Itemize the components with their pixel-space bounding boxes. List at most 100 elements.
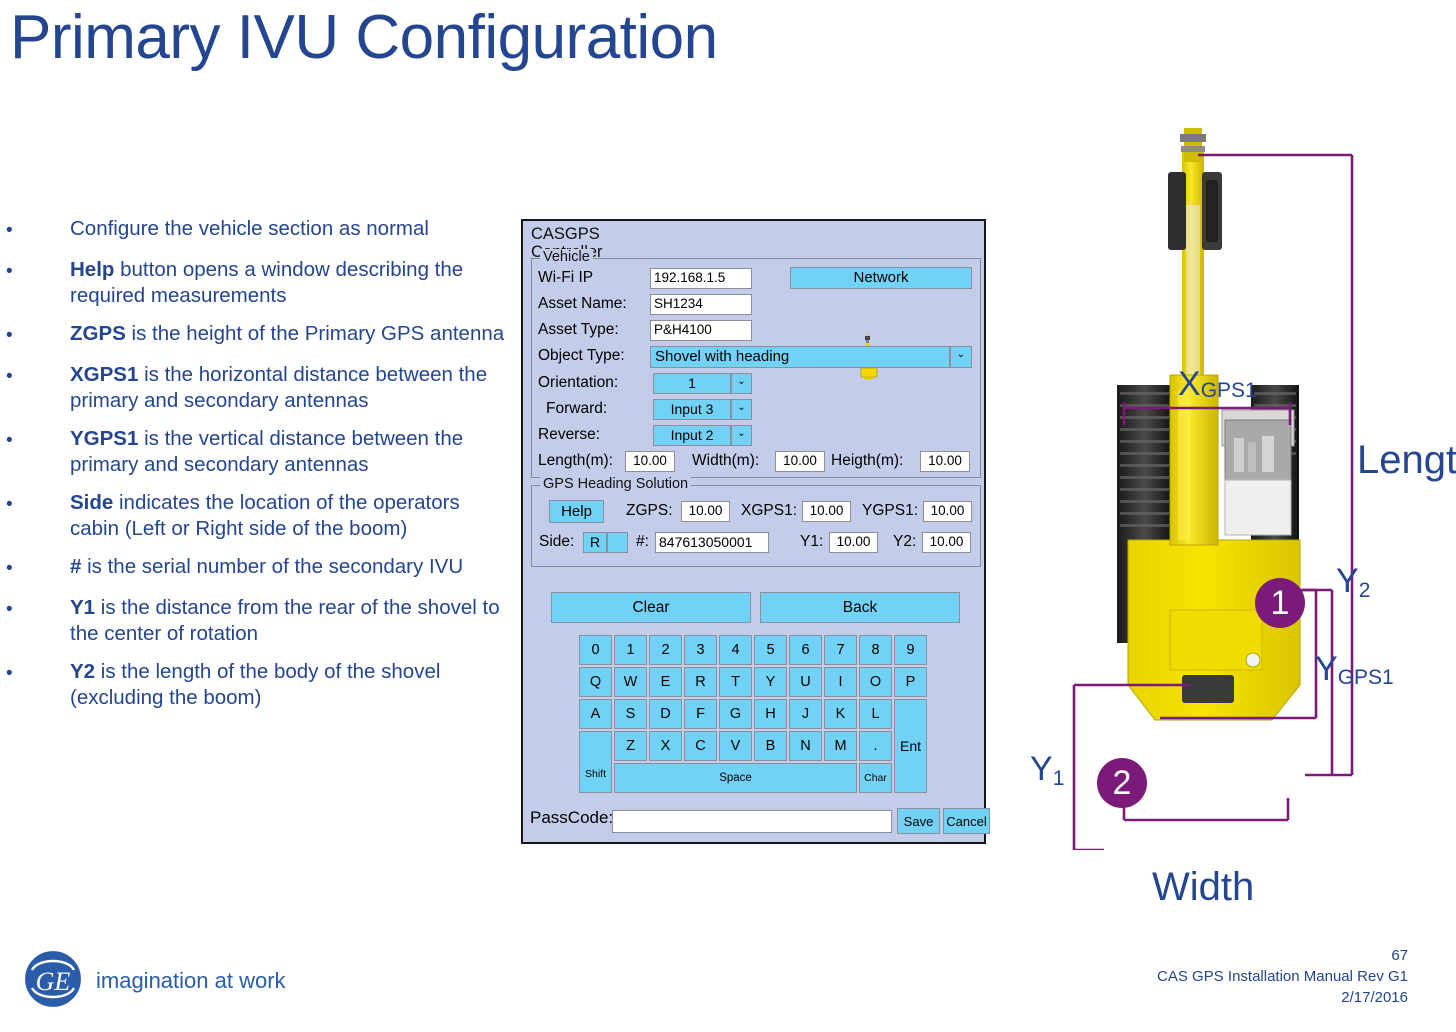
length-field[interactable]: 10.00 <box>625 451 675 472</box>
chevron-down-icon[interactable]: ⌄ <box>950 346 972 368</box>
key-p[interactable]: P <box>894 667 927 697</box>
key-s[interactable]: S <box>614 699 647 729</box>
y2-field[interactable]: 10.00 <box>922 532 971 553</box>
key-enter[interactable]: Ent <box>894 699 927 793</box>
xgps1-sub: GPS1 <box>1200 379 1257 402</box>
help-button[interactable]: Help <box>549 500 604 523</box>
ygps1-field[interactable]: 10.00 <box>923 501 972 522</box>
xgps1-label: XGPS1: <box>741 502 797 519</box>
side-label: Side: <box>539 533 575 550</box>
clear-button[interactable]: Clear <box>551 592 751 623</box>
key-7[interactable]: 7 <box>824 635 857 665</box>
key-5[interactable]: 5 <box>754 635 787 665</box>
key-0[interactable]: 0 <box>579 635 612 665</box>
key-x[interactable]: X <box>649 731 682 761</box>
vehicle-group: Vehicle Wi-Fi IP 192.168.1.5 Network Ass… <box>531 249 981 478</box>
forward-label: Forward: <box>546 400 608 417</box>
zgps-field[interactable]: 10.00 <box>681 501 730 522</box>
bullet-marker: • <box>6 558 13 579</box>
svg-text:GE: GE <box>36 967 71 996</box>
key-j[interactable]: J <box>789 699 822 729</box>
key-space[interactable]: Space <box>614 763 857 793</box>
wifi-ip-label: Wi-Fi IP <box>538 269 594 286</box>
asset-type-field[interactable]: P&H4100 <box>650 320 752 341</box>
serial-field[interactable]: 847613050001 <box>655 532 769 553</box>
bullet-keyword: Help <box>70 258 115 281</box>
cancel-button[interactable]: Cancel <box>943 808 990 834</box>
key-period[interactable]: . <box>859 731 892 761</box>
key-g[interactable]: G <box>719 699 752 729</box>
list-item: • Configure the vehicle section as norma… <box>0 216 510 245</box>
bullet-body: is the height of the Primary GPS antenna <box>125 322 505 345</box>
side-select[interactable]: R <box>583 532 607 553</box>
key-q[interactable]: Q <box>579 667 612 697</box>
key-f[interactable]: F <box>684 699 717 729</box>
passcode-input[interactable] <box>612 810 892 833</box>
key-b[interactable]: B <box>754 731 787 761</box>
key-u[interactable]: U <box>789 667 822 697</box>
chevron-down-icon[interactable]: ⌄ <box>731 373 752 394</box>
orientation-select[interactable]: 1 <box>653 373 731 394</box>
key-d[interactable]: D <box>649 699 682 729</box>
width-field[interactable]: 10.00 <box>775 451 825 472</box>
key-9[interactable]: 9 <box>894 635 927 665</box>
y1-field[interactable]: 10.00 <box>829 532 878 553</box>
save-button[interactable]: Save <box>897 808 940 834</box>
key-i[interactable]: I <box>824 667 857 697</box>
y2-dimension-label: Y2 <box>1336 562 1370 603</box>
list-item: • YGPS1 is the vertical distance between… <box>0 426 510 478</box>
key-h[interactable]: H <box>754 699 787 729</box>
y2-label: Y2: <box>893 533 917 550</box>
forward-select[interactable]: Input 3 <box>653 399 731 420</box>
reverse-select[interactable]: Input 2 <box>653 425 731 446</box>
chevron-down-icon[interactable]: ⌄ <box>731 399 752 420</box>
bullet-marker: • <box>6 599 13 620</box>
chevron-down-icon[interactable]: ⌄ <box>731 425 752 446</box>
key-w[interactable]: W <box>614 667 647 697</box>
list-item: • Y2 is the length of the body of the sh… <box>0 659 510 711</box>
key-a[interactable]: A <box>579 699 612 729</box>
key-o[interactable]: O <box>859 667 892 697</box>
key-6[interactable]: 6 <box>789 635 822 665</box>
height-field[interactable]: 10.00 <box>920 451 970 472</box>
key-3[interactable]: 3 <box>684 635 717 665</box>
ygps1-sub: GPS1 <box>1337 666 1394 689</box>
bullet-list: • Configure the vehicle section as norma… <box>0 216 510 723</box>
wifi-ip-field[interactable]: 192.168.1.5 <box>650 268 752 289</box>
key-8[interactable]: 8 <box>859 635 892 665</box>
key-e[interactable]: E <box>649 667 682 697</box>
key-char[interactable]: Char <box>859 763 892 793</box>
key-v[interactable]: V <box>719 731 752 761</box>
y1-sub: 1 <box>1052 767 1065 790</box>
zgps-label: ZGPS: <box>626 502 673 519</box>
key-m[interactable]: M <box>824 731 857 761</box>
key-t[interactable]: T <box>719 667 752 697</box>
bullet-keyword: Y1 <box>70 596 96 619</box>
key-r[interactable]: R <box>684 667 717 697</box>
bullet-text: ZGPS is the height of the Primary GPS an… <box>70 321 510 350</box>
asset-name-field[interactable]: SH1234 <box>650 294 752 315</box>
network-button[interactable]: Network <box>790 267 972 289</box>
back-button[interactable]: Back <box>760 592 960 623</box>
chevron-down-icon[interactable] <box>607 532 628 553</box>
key-shift[interactable]: Shift <box>579 731 612 793</box>
list-item: • ZGPS is the height of the Primary GPS … <box>0 321 510 350</box>
key-z[interactable]: Z <box>614 731 647 761</box>
key-2[interactable]: 2 <box>649 635 682 665</box>
page-number: 67 <box>1391 947 1408 964</box>
key-1[interactable]: 1 <box>614 635 647 665</box>
key-c[interactable]: C <box>684 731 717 761</box>
bullet-keyword: YGPS1 <box>70 427 139 450</box>
xgps1-field[interactable]: 10.00 <box>802 501 851 522</box>
y1-dimension-label: Y1 <box>1030 750 1064 791</box>
height-label: Heigth(m): <box>831 452 904 469</box>
bullet-text: XGPS1 is the horizontal distance between… <box>70 362 510 414</box>
object-type-select[interactable]: Shovel with heading <box>650 346 950 368</box>
key-k[interactable]: K <box>824 699 857 729</box>
key-4[interactable]: 4 <box>719 635 752 665</box>
bullet-body: button opens a window describing the req… <box>70 258 464 307</box>
key-y[interactable]: Y <box>754 667 787 697</box>
key-l[interactable]: L <box>859 699 892 729</box>
ygps1-dimension-label: YGPS1 <box>1315 650 1394 690</box>
key-n[interactable]: N <box>789 731 822 761</box>
